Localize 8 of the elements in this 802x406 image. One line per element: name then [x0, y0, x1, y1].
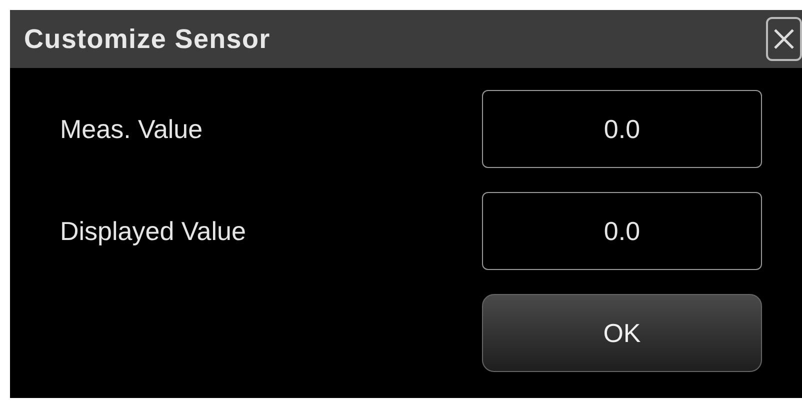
ok-button[interactable]: OK [482, 294, 762, 372]
input-field[interactable]: 0.0 [482, 90, 762, 168]
close-button[interactable] [766, 17, 802, 61]
input-field[interactable]: 0.0 [482, 192, 762, 270]
dialog-title: Customize Sensor [24, 22, 270, 56]
close-icon [773, 28, 795, 50]
field-label: Displayed Value [60, 214, 246, 248]
field-label: Meas. Value [60, 112, 203, 146]
